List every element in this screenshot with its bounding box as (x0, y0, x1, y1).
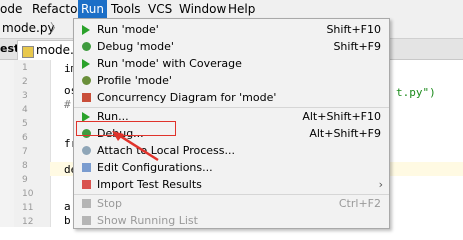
annotation-arrow (112, 131, 159, 162)
